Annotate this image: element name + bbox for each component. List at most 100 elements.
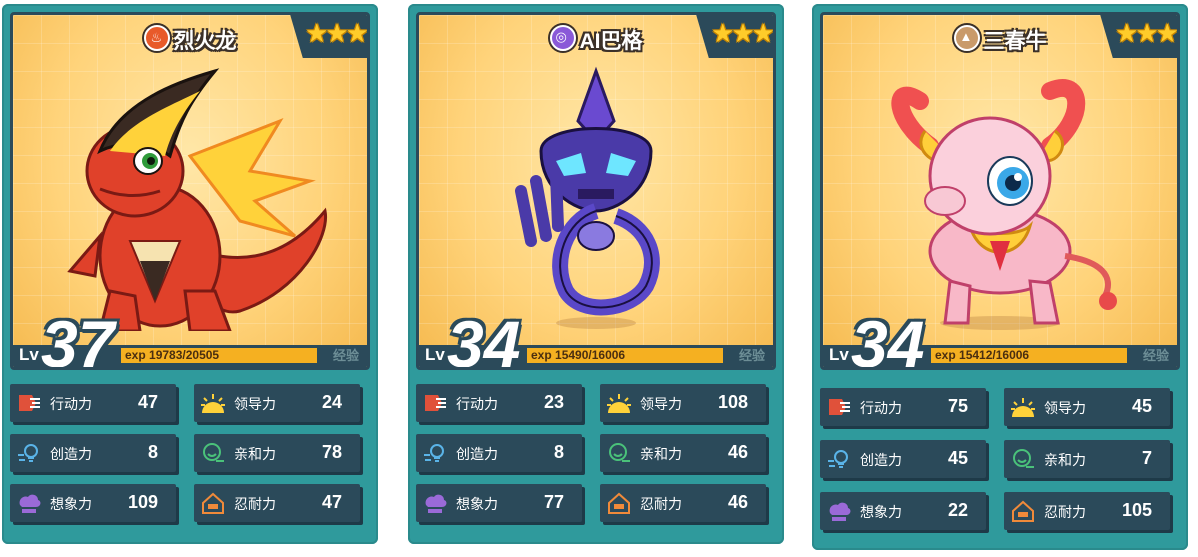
stat-endurance: 忍耐力 47: [194, 484, 360, 522]
stat-leadership: 领导力 24: [194, 384, 360, 422]
stat-value: 46: [727, 442, 748, 462]
stat-action: 行动力 23: [416, 384, 582, 422]
stat-value: 7: [1141, 448, 1152, 468]
endurance-icon: [608, 492, 630, 514]
stat-value: 108: [717, 392, 748, 412]
level-row: Lv 34 exp 15490/16006 经验: [419, 311, 773, 367]
exp-progress-bar: exp 15490/16006: [527, 348, 723, 363]
leadership-icon: [1011, 398, 1035, 417]
stat-affinity: 亲和力 7: [1004, 440, 1170, 478]
stat-action: 行动力 47: [10, 384, 176, 422]
stat-value: 45: [947, 448, 968, 468]
level-number: 34: [851, 307, 925, 370]
stat-leadership: 领导力 45: [1004, 388, 1170, 426]
stat-value: 75: [947, 396, 968, 416]
affinity-icon: [203, 443, 224, 462]
exp-label: 经验: [332, 348, 359, 363]
stat-label: 想象力: [860, 504, 902, 520]
exp-current: 15490: [555, 348, 589, 362]
level-row: Lv 37 exp 19783/20505 经验: [13, 311, 367, 367]
stat-value: 46: [727, 492, 748, 512]
stat-label: 创造力: [50, 446, 92, 462]
level-number: 34: [447, 307, 521, 370]
stat-value: 8: [147, 442, 158, 462]
exp-readout: exp 15490/16006: [531, 348, 626, 362]
stat-label: 领导力: [234, 396, 276, 412]
exp-current: 15412: [959, 348, 993, 362]
creativity-icon: [18, 444, 38, 462]
endurance-icon: [202, 492, 224, 514]
exp-current: 19783: [149, 348, 183, 362]
rarity-stars: ★★★: [711, 18, 773, 48]
pet-portrait-panel: ◎ AI巴格 ★★★ Lv 34 exp 15490/16006 经验: [416, 12, 776, 370]
stat-label: 领导力: [640, 396, 682, 412]
leadership-icon: [201, 394, 225, 413]
fire-element-icon: ♨: [143, 25, 170, 51]
stat-endurance: 忍耐力 46: [600, 484, 766, 522]
ai-element-icon: ◎: [549, 25, 576, 51]
stat-action: 行动力 75: [820, 388, 986, 426]
exp-total: /20505: [182, 348, 220, 362]
pet-name-text: 烈火龙: [173, 30, 237, 53]
creativity-icon: [828, 450, 848, 468]
imagination-icon: [19, 494, 41, 513]
level-number: 37: [41, 307, 115, 370]
stat-label: 创造力: [456, 446, 498, 462]
pet-portrait-panel: ▲ 三春牛 ★★★ Lv 34 exp 15412/16006 经验: [820, 12, 1180, 370]
pet-name-text: 三春牛: [983, 30, 1047, 53]
stat-label: 忍耐力: [234, 496, 276, 512]
stat-value: 24: [321, 392, 342, 412]
pet-card-fire-dragon[interactable]: ♨ 烈火龙 ★★★ Lv 37 exp 19783/20505 经验 行动力 4…: [2, 4, 378, 544]
imagination-icon: [829, 502, 851, 521]
level-prefix: Lv: [19, 345, 39, 364]
rarity-stars: ★★★: [1115, 18, 1177, 48]
affinity-icon: [1013, 449, 1034, 468]
stat-imagination: 想象力 109: [10, 484, 176, 522]
level-row: Lv 34 exp 15412/16006 经验: [823, 311, 1177, 367]
stat-label: 想象力: [456, 496, 498, 512]
stat-value: 22: [947, 500, 968, 520]
action-icon: [829, 399, 850, 415]
exp-total: /16006: [992, 348, 1030, 362]
action-icon: [425, 395, 446, 411]
stat-affinity: 亲和力 78: [194, 434, 360, 472]
pet-card-spring-ox[interactable]: ▲ 三春牛 ★★★ Lv 34 exp 15412/16006 经验 行动力 7…: [812, 4, 1188, 550]
pet-portrait-panel: ♨ 烈火龙 ★★★ Lv 37 exp 19783/20505 经验: [10, 12, 370, 370]
fire-dragon-illustration: [67, 68, 328, 331]
stat-creativity: 创造力 45: [820, 440, 986, 478]
stat-imagination: 想象力 22: [820, 492, 986, 530]
pet-card-ai-bug[interactable]: ◎ AI巴格 ★★★ Lv 34 exp 15490/16006 经验 行动力 …: [408, 4, 784, 544]
stat-creativity: 创造力 8: [10, 434, 176, 472]
stat-label: 忍耐力: [640, 496, 682, 512]
stat-value: 77: [543, 492, 564, 512]
stat-label: 领导力: [1044, 400, 1086, 416]
rarity-stars: ★★★: [305, 18, 367, 48]
exp-readout: exp 19783/20505: [125, 348, 220, 362]
stat-label: 亲和力: [234, 446, 276, 462]
stat-leadership: 领导力 108: [600, 384, 766, 422]
imagination-icon: [425, 494, 447, 513]
spring-ox-illustration: [891, 79, 1117, 330]
stat-value: 47: [321, 492, 342, 512]
exp-total: /16006: [588, 348, 626, 362]
stat-value: 105: [1121, 500, 1152, 520]
stat-label: 行动力: [860, 400, 902, 416]
exp-label: 经验: [1142, 348, 1169, 363]
leadership-icon: [607, 394, 631, 413]
creativity-icon: [424, 444, 444, 462]
exp-progress-bar: exp 19783/20505: [121, 348, 317, 363]
stat-label: 忍耐力: [1044, 504, 1086, 520]
endurance-icon: [1012, 500, 1034, 522]
stat-value: 78: [321, 442, 342, 462]
affinity-icon: [609, 443, 630, 462]
stat-value: 45: [1131, 396, 1152, 416]
stat-label: 行动力: [456, 396, 498, 412]
stat-label: 行动力: [50, 396, 92, 412]
level-prefix: Lv: [829, 345, 849, 364]
stat-affinity: 亲和力 46: [600, 434, 766, 472]
stat-label: 创造力: [860, 452, 902, 468]
pet-name-text: AI巴格: [579, 30, 643, 53]
stat-value: 23: [543, 392, 564, 412]
stat-creativity: 创造力 8: [416, 434, 582, 472]
stat-label: 想象力: [50, 496, 92, 512]
